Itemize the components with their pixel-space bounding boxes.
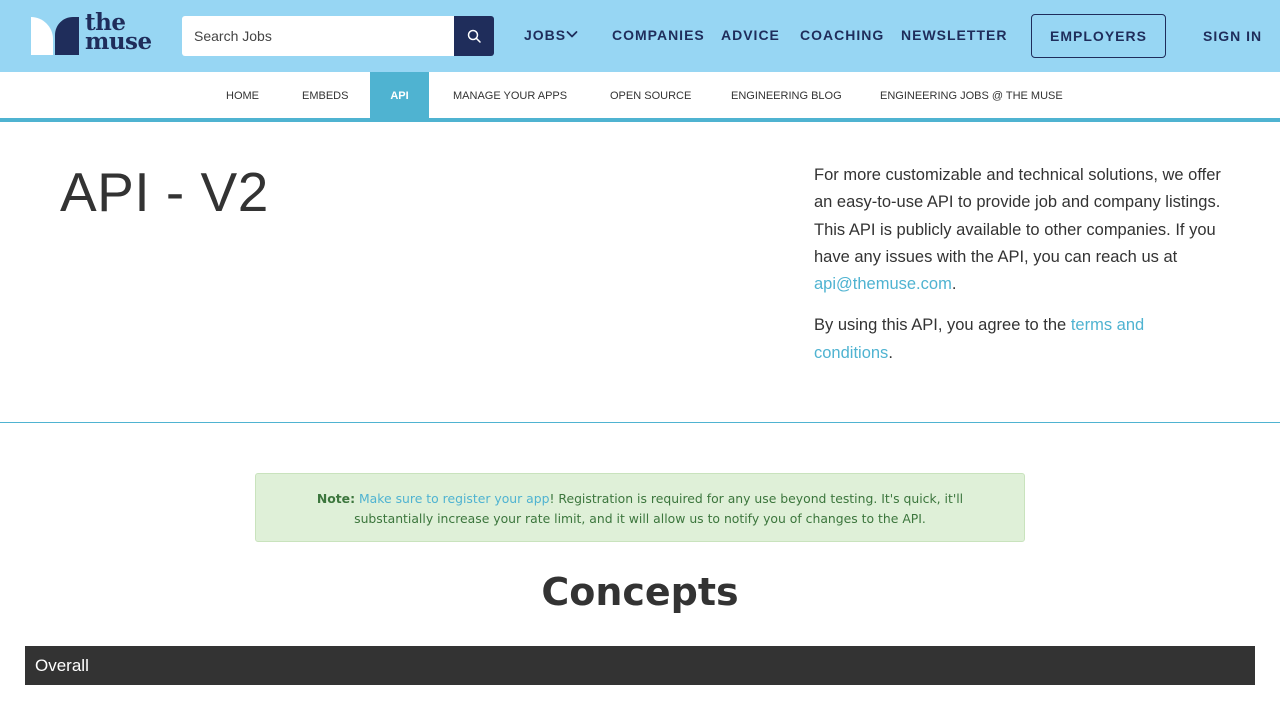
search-button[interactable]: [454, 16, 494, 56]
top-header: the muse JOBS COMPANIES ADVICE COACHING …: [0, 0, 1280, 72]
nav-jobs-label: JOBS: [524, 27, 567, 43]
search-jobs-input[interactable]: [182, 16, 454, 56]
sign-in-link[interactable]: SIGN IN: [1203, 28, 1262, 44]
hero-divider: [0, 422, 1280, 423]
job-search: [182, 16, 494, 56]
search-icon: [467, 29, 481, 43]
developer-subnav: HOME EMBEDS API MANAGE YOUR APPS OPEN SO…: [0, 72, 1280, 118]
subnav-open-source[interactable]: OPEN SOURCE: [610, 72, 691, 118]
muse-logo-mark-icon: [31, 17, 79, 55]
chevron-down-icon: [566, 31, 578, 38]
api-intro: For more customizable and technical solu…: [814, 162, 1224, 381]
overall-section-header[interactable]: Overall: [25, 646, 1255, 685]
employers-button[interactable]: EMPLOYERS: [1031, 14, 1166, 58]
subnav-manage-your-apps[interactable]: MANAGE YOUR APPS: [453, 72, 567, 118]
subnav-divider: [0, 118, 1280, 122]
subnav-home[interactable]: HOME: [226, 72, 259, 118]
concepts-heading: Concepts: [541, 570, 739, 614]
nav-coaching[interactable]: COACHING: [800, 27, 884, 43]
logo-wordmark: the muse: [85, 11, 152, 55]
note-label: Note:: [316, 491, 356, 506]
terms-text-end: .: [888, 343, 893, 362]
subnav-engineering-jobs[interactable]: ENGINEERING JOBS @ THE MUSE: [880, 72, 1063, 118]
logo-line-muse: muse: [85, 28, 152, 55]
subnav-embeds[interactable]: EMBEDS: [302, 72, 348, 118]
intro-text-end: .: [951, 275, 957, 294]
subnav-api[interactable]: API: [370, 72, 429, 118]
nav-companies[interactable]: COMPANIES: [612, 27, 705, 43]
api-email-link[interactable]: api@themuse.com: [814, 275, 952, 293]
intro-paragraph: For more customizable and technical solu…: [814, 162, 1224, 298]
the-muse-logo[interactable]: the muse: [31, 11, 153, 57]
registration-note: Note: Make sure to register your app! Re…: [255, 473, 1025, 542]
nav-advice[interactable]: ADVICE: [721, 27, 780, 43]
terms-paragraph: By using this API, you agree to the term…: [814, 312, 1224, 367]
register-app-link[interactable]: Make sure to register your app: [359, 491, 550, 506]
nav-newsletter[interactable]: NEWSLETTER: [901, 27, 1007, 43]
intro-text: For more customizable and technical solu…: [814, 166, 1221, 266]
terms-text: By using this API, you agree to the: [814, 316, 1071, 335]
subnav-engineering-blog[interactable]: ENGINEERING BLOG: [731, 72, 842, 118]
page-title: API - V2: [60, 161, 269, 223]
nav-jobs[interactable]: JOBS: [524, 27, 578, 43]
